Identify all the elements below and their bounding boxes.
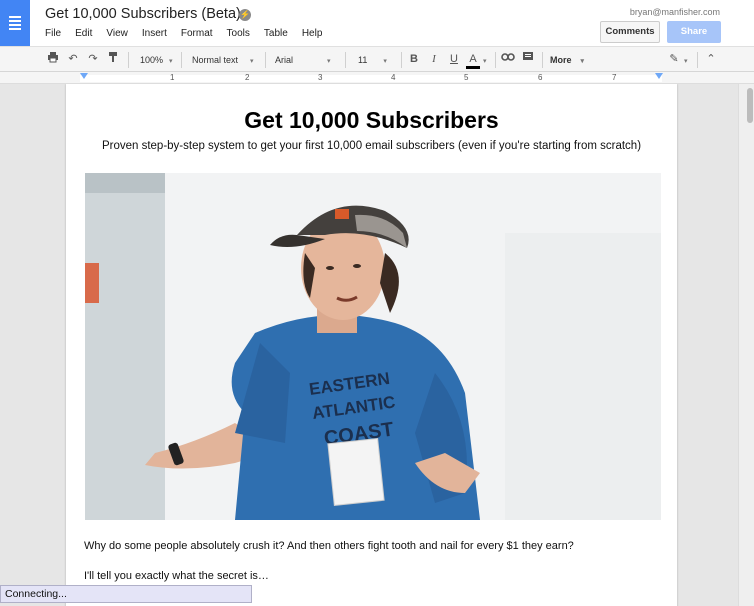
- scroll-thumb[interactable]: [747, 88, 753, 123]
- menu-edit[interactable]: Edit: [75, 28, 92, 39]
- text-color-caret[interactable]: ▾: [483, 47, 487, 73]
- menu-format[interactable]: Format: [181, 28, 213, 39]
- share-button[interactable]: Share: [667, 21, 721, 43]
- menu-table[interactable]: Table: [264, 28, 288, 39]
- toolbar: ↶ ↷ 100% ▾ Normal text ▾ Arial ▾ 11 ▾ B I U …: [0, 46, 754, 72]
- print-icon[interactable]: [45, 51, 61, 67]
- font-size-select[interactable]: 11 ▾: [358, 47, 387, 73]
- ruler-mark: 6: [538, 73, 543, 82]
- menu-help[interactable]: Help: [302, 28, 323, 39]
- font-select[interactable]: Arial ▾: [275, 47, 331, 73]
- menu-bar: File Edit View Insert Format Tools Table…: [45, 28, 336, 39]
- presenter-photo[interactable]: EASTERN ATLANTIC COAST: [85, 173, 661, 520]
- document-subheading[interactable]: Proven step-by-step system to get your f…: [66, 140, 677, 152]
- ruler-mark: 3: [318, 73, 323, 82]
- editing-mode-caret[interactable]: ▾: [684, 47, 688, 73]
- style-select[interactable]: Normal text ▾: [192, 47, 254, 73]
- menu-tools[interactable]: Tools: [227, 28, 250, 39]
- ruler-mark: 5: [464, 73, 469, 82]
- ruler-mark: 4: [391, 73, 396, 82]
- document-paragraph[interactable]: I'll tell you exactly what the secret is…: [84, 570, 269, 582]
- user-email[interactable]: bryan@manfisher.com: [630, 7, 720, 17]
- document-page[interactable]: Get 10,000 Subscribers Proven step-by-st…: [66, 84, 677, 606]
- lightning-icon: ⚡: [239, 9, 251, 21]
- more-button[interactable]: More ▾: [550, 47, 584, 73]
- zoom-select[interactable]: 100% ▾: [140, 47, 173, 73]
- ruler-mark: 7: [612, 73, 617, 82]
- ruler: 1 2 3 4 5 6 7: [0, 72, 754, 84]
- paint-format-icon[interactable]: [105, 51, 121, 67]
- document-title[interactable]: Get 10,000 Subscribers (Beta): [45, 6, 241, 22]
- undo-icon[interactable]: ↶: [65, 51, 81, 67]
- underline-button[interactable]: U: [446, 51, 462, 67]
- ruler-mark: 1: [170, 73, 175, 82]
- document-heading[interactable]: Get 10,000 Subscribers: [66, 107, 677, 134]
- menu-view[interactable]: View: [106, 28, 128, 39]
- ruler-mark: 2: [245, 73, 250, 82]
- bold-button[interactable]: B: [406, 51, 422, 67]
- app-header: Get 10,000 Subscribers (Beta) ⚡ File Edi…: [0, 0, 754, 46]
- document-canvas[interactable]: Get 10,000 Subscribers Proven step-by-st…: [0, 84, 754, 606]
- menu-file[interactable]: File: [45, 28, 61, 39]
- vertical-scrollbar[interactable]: [738, 84, 754, 606]
- docs-home-icon[interactable]: [0, 0, 30, 46]
- text-color-swatch: [466, 66, 480, 69]
- redo-icon[interactable]: ↷: [85, 51, 101, 67]
- connection-status: Connecting...: [0, 585, 252, 603]
- collapse-icon[interactable]: ⌃: [703, 51, 719, 67]
- presenter-illustration: EASTERN ATLANTIC COAST: [85, 173, 661, 520]
- menu-insert[interactable]: Insert: [142, 28, 167, 39]
- document-paragraph[interactable]: Why do some people absolutely crush it? …: [84, 540, 574, 552]
- comments-button[interactable]: Comments: [600, 21, 660, 43]
- italic-button[interactable]: I: [426, 51, 442, 67]
- comment-icon[interactable]: [520, 51, 536, 67]
- link-icon[interactable]: [500, 51, 516, 67]
- text-color-button[interactable]: A: [465, 51, 481, 67]
- pencil-icon[interactable]: ✎: [666, 51, 682, 67]
